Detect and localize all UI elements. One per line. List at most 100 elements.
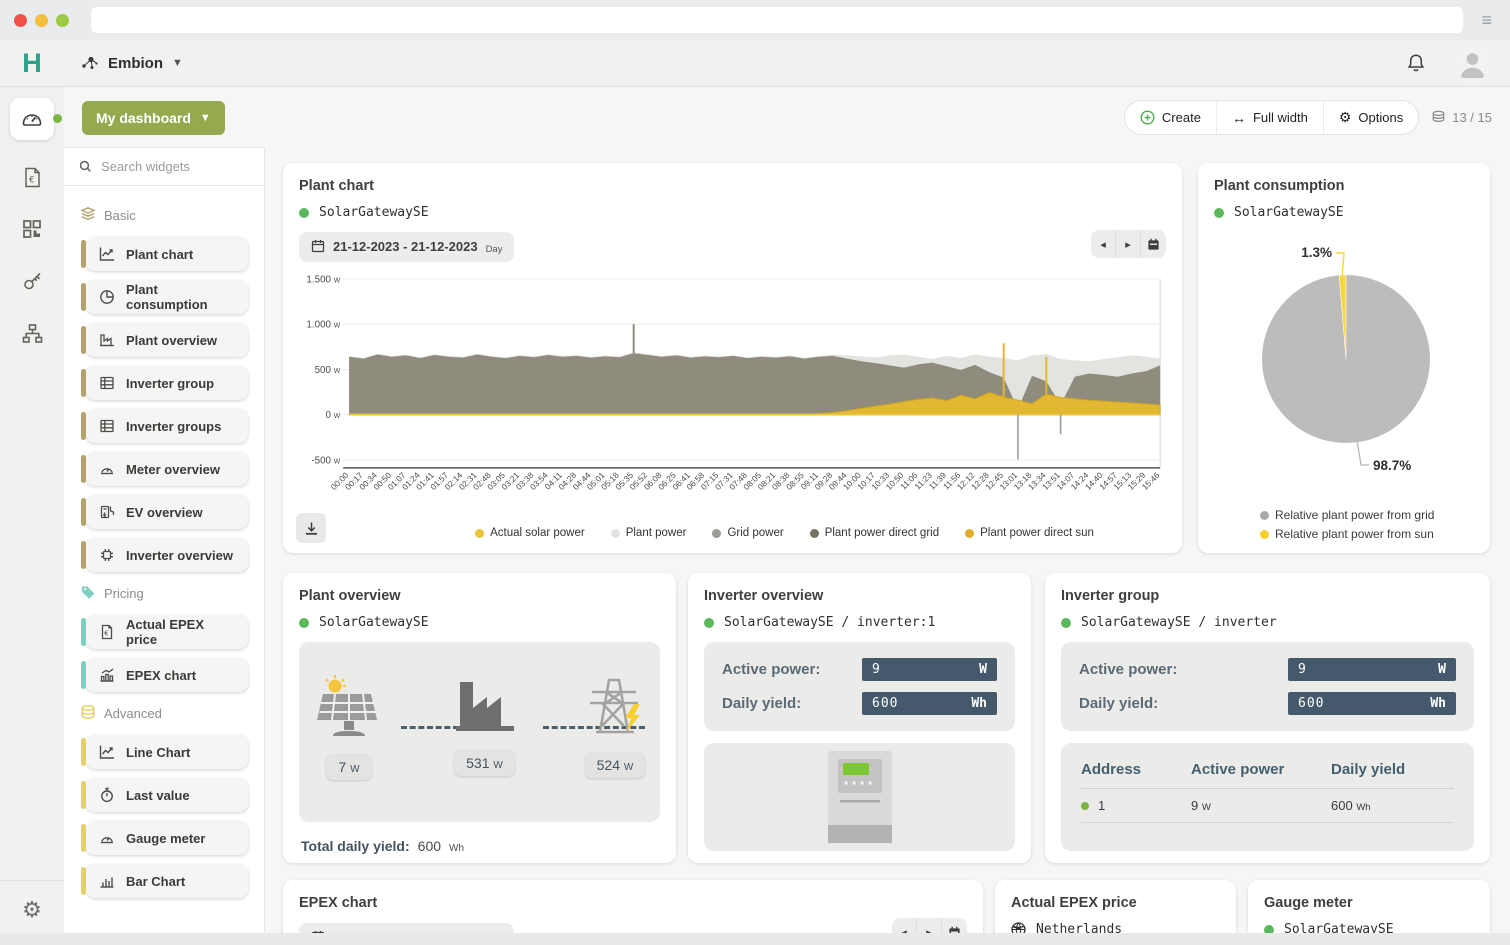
full-width-button[interactable]: ↔ Full width bbox=[1217, 101, 1324, 134]
widget-item-inverter-group[interactable]: Inverter group bbox=[86, 366, 248, 400]
download-chart-button[interactable] bbox=[296, 513, 326, 543]
window-close-button[interactable] bbox=[14, 14, 27, 27]
dashboard-selector-button[interactable]: My dashboard ▼ bbox=[82, 101, 225, 135]
widget-item-inverter-groups[interactable]: Inverter groups bbox=[86, 409, 248, 443]
widget-item-last-value[interactable]: Last value bbox=[86, 778, 248, 812]
pie-chart-icon bbox=[99, 289, 115, 305]
settings-gear-icon[interactable]: ⚙ bbox=[22, 897, 42, 923]
inverter-table: AddressActive powerDaily yield19 W600 Wh bbox=[1061, 743, 1474, 823]
item-accent bbox=[81, 661, 86, 689]
user-avatar[interactable] bbox=[1455, 46, 1490, 81]
rail-item-dashboard[interactable] bbox=[10, 98, 54, 140]
item-accent bbox=[81, 283, 86, 311]
power-grid-icon bbox=[584, 674, 646, 738]
gateway-name: SolarGatewaySE bbox=[319, 205, 429, 220]
table-row: 19 W600 Wh bbox=[1081, 789, 1454, 823]
chart-up-icon bbox=[99, 667, 115, 683]
widget-item-plant-overview[interactable]: Plant overview bbox=[86, 323, 248, 357]
date-range-picker[interactable]: 21-12-2023 - 21-12-2023 Day bbox=[299, 232, 514, 262]
solar-column: 7 W bbox=[313, 642, 385, 780]
widget-item-ev-overview[interactable]: EV overview bbox=[86, 495, 248, 529]
create-widget-button[interactable]: Create bbox=[1125, 101, 1217, 134]
widget-item-gauge-meter[interactable]: Gauge meter bbox=[86, 821, 248, 855]
widget-item-line-chart[interactable]: Line Chart bbox=[86, 735, 248, 769]
meter-icon bbox=[99, 461, 115, 477]
widget-count-indicator: 13 / 15 bbox=[1431, 110, 1492, 125]
svg-text:1.000 W: 1.000 W bbox=[306, 320, 340, 331]
search-input[interactable] bbox=[101, 159, 249, 174]
table-column-header: Address bbox=[1081, 761, 1191, 778]
rail-item-billing[interactable]: € bbox=[10, 156, 54, 198]
widget-item-label: Bar Chart bbox=[126, 874, 185, 889]
invoice-icon: € bbox=[99, 624, 115, 640]
plant-overview-widget: Plant overview SolarGatewaySE 7 W bbox=[283, 573, 676, 863]
browser-chrome: ≡ bbox=[0, 0, 1510, 40]
chart-nav-group: ◂ ▸ bbox=[1091, 230, 1166, 258]
widget-item-actual-epex-price[interactable]: € Actual EPEX price bbox=[86, 615, 248, 649]
item-accent bbox=[81, 738, 86, 766]
consumption-pie-chart[interactable]: 1.3%98.7% bbox=[1214, 227, 1474, 487]
legend-dot bbox=[475, 529, 484, 538]
rail-item-access-keys[interactable] bbox=[10, 260, 54, 302]
next-period-button[interactable]: ▸ bbox=[1116, 230, 1141, 258]
gateway-status-dot bbox=[299, 618, 309, 628]
rail-item-hierarchy[interactable] bbox=[10, 312, 54, 354]
widget-item-plant-consumption[interactable]: Plant consumption bbox=[86, 280, 248, 314]
widget-item-label: Inverter overview bbox=[126, 548, 233, 563]
gateway-row: SolarGatewaySE / inverter bbox=[1061, 615, 1474, 630]
table-header-row: AddressActive powerDaily yield bbox=[1081, 757, 1454, 789]
app-logo[interactable]: H bbox=[0, 40, 64, 86]
tag-icon bbox=[80, 584, 96, 603]
widget-item-plant-chart[interactable]: Plant chart bbox=[86, 237, 248, 271]
widget-item-epex-chart[interactable]: EPEX chart bbox=[86, 658, 248, 692]
legend-item: Actual solar power bbox=[475, 527, 585, 539]
item-accent bbox=[81, 867, 86, 895]
browser-menu-icon[interactable]: ≡ bbox=[1477, 11, 1496, 29]
svg-text:€: € bbox=[104, 630, 108, 638]
widget-item-label: EV overview bbox=[126, 505, 203, 520]
widget-item-bar-chart[interactable]: Bar Chart bbox=[86, 864, 248, 898]
widget-item-inverter-overview[interactable]: Inverter overview bbox=[86, 538, 248, 572]
window-zoom-button[interactable] bbox=[56, 14, 69, 27]
inverter-group-widget: Inverter group SolarGatewaySE / inverter… bbox=[1045, 573, 1490, 863]
plant-power-area-chart[interactable]: 1.500 W1.000 W500 W0 W-500 W00:0000:1700… bbox=[295, 271, 1170, 523]
previous-period-button[interactable]: ◂ bbox=[1091, 230, 1116, 258]
organization-switcher[interactable]: Embion ▼ bbox=[80, 54, 183, 73]
inverter-active-power: 9 W bbox=[1191, 798, 1331, 813]
window-minimize-button[interactable] bbox=[35, 14, 48, 27]
legend-dot bbox=[1260, 530, 1269, 539]
svg-text:1.500 W: 1.500 W bbox=[306, 274, 340, 285]
inverter-device-panel bbox=[704, 743, 1015, 851]
legend-item: Plant power direct grid bbox=[810, 527, 939, 539]
legend-dot bbox=[810, 529, 819, 538]
gateway-name: SolarGatewaySE bbox=[319, 615, 429, 630]
total-daily-yield-label: Total daily yield: bbox=[301, 838, 410, 854]
legend-dot bbox=[611, 529, 620, 538]
widget-item-label: Plant consumption bbox=[126, 282, 238, 312]
inverter-status-dot bbox=[1081, 802, 1089, 810]
widget-item-meter-overview[interactable]: Meter overview bbox=[86, 452, 248, 486]
svg-text:500 W: 500 W bbox=[315, 365, 341, 376]
total-daily-yield-value: 600 bbox=[418, 838, 441, 854]
section-header-advanced: Advanced bbox=[80, 704, 248, 723]
active-power-row: Active power: 9W bbox=[1079, 658, 1456, 681]
date-range-label: 21-12-2023 - 21-12-2023 bbox=[333, 239, 478, 254]
download-icon bbox=[304, 521, 319, 536]
calendar-today-button[interactable] bbox=[1141, 230, 1166, 258]
legend-item: Plant power bbox=[611, 527, 687, 539]
options-button[interactable]: ⚙ Options bbox=[1324, 101, 1418, 134]
toolbar-button-group: Create ↔ Full width ⚙ Options bbox=[1124, 100, 1419, 135]
dashboard-selector-label: My dashboard bbox=[96, 110, 191, 126]
widget-item-label: Actual EPEX price bbox=[126, 617, 238, 647]
window-bottom-edge bbox=[0, 933, 1510, 945]
table-column-header: Daily yield bbox=[1331, 761, 1454, 778]
widget-item-label: Plant overview bbox=[126, 333, 217, 348]
plant-chart-widget: Plant chart SolarGatewaySE 21-12-2023 - … bbox=[283, 163, 1182, 553]
url-bar[interactable] bbox=[91, 7, 1463, 33]
database-icon bbox=[80, 704, 96, 723]
notifications-bell-icon[interactable] bbox=[1405, 52, 1427, 74]
gateway-name: SolarGatewaySE / inverter bbox=[1081, 615, 1277, 630]
rail-item-apps[interactable] bbox=[10, 208, 54, 250]
widget-title: Plant consumption bbox=[1214, 178, 1474, 194]
table-column-header: Active power bbox=[1191, 761, 1331, 778]
